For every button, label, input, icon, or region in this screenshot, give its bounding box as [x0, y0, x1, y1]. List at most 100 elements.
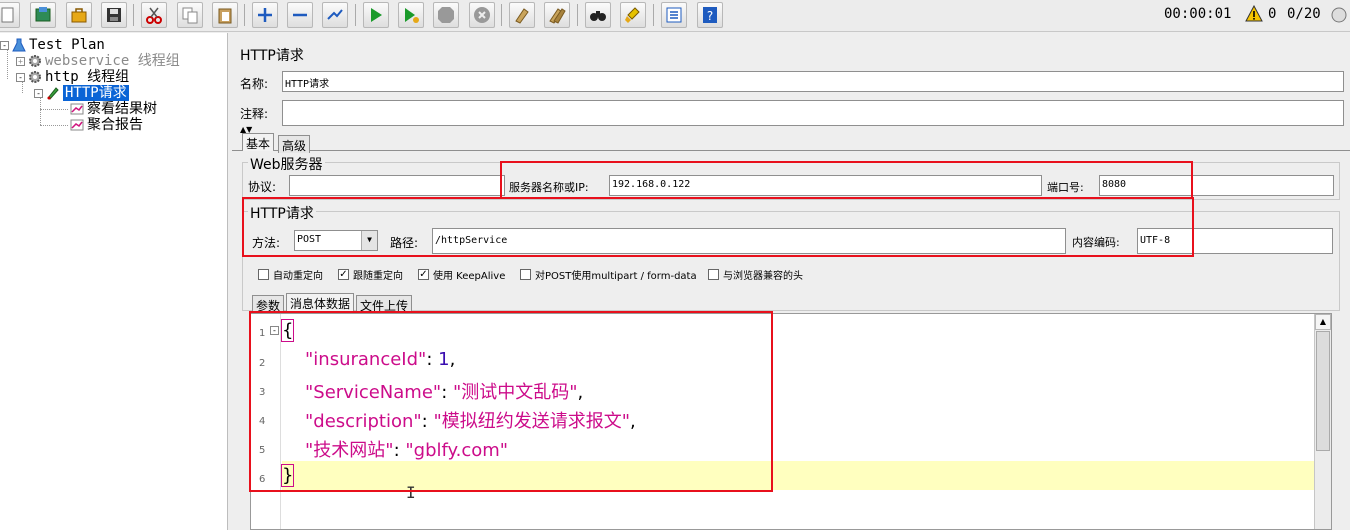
method-value: POST [297, 234, 322, 245]
flask-icon [12, 38, 26, 52]
function-helper-icon[interactable] [661, 2, 687, 28]
tab-advanced[interactable]: 高级 [278, 135, 311, 153]
shutdown-icon[interactable] [469, 2, 495, 28]
toggle-icon[interactable] [322, 2, 348, 28]
path-label: 路径: [390, 236, 419, 250]
start-no-pause-icon[interactable] [398, 2, 424, 28]
server-name-label: 服务器名称或IP: [509, 181, 589, 194]
page-title: HTTP请求 [240, 48, 304, 64]
tree-item-http-request[interactable]: - HTTP请求 [34, 85, 129, 101]
method-select[interactable]: POST ▼ [294, 230, 378, 251]
open-icon[interactable] [66, 2, 92, 28]
line-number: 5 [259, 445, 266, 456]
warning-icon[interactable] [1245, 5, 1263, 23]
gear-icon [29, 71, 41, 83]
code-line-1: { [280, 319, 295, 342]
web-server-group-title: Web服务器 [248, 154, 325, 174]
fold-toggle-icon[interactable]: - [270, 326, 279, 335]
name-label: 名称: [240, 77, 269, 91]
reset-search-icon[interactable] [620, 2, 646, 28]
line-number: 4 [259, 416, 266, 427]
expand-icon[interactable] [252, 2, 278, 28]
line-number: 3 [259, 387, 266, 398]
editor-scrollbar[interactable]: ▲ [1314, 314, 1331, 529]
clear-icon[interactable] [509, 2, 535, 28]
line-number: 1 [259, 328, 266, 339]
protocol-field[interactable] [289, 175, 505, 196]
method-label: 方法: [252, 236, 281, 250]
templates-icon[interactable] [30, 2, 56, 28]
comment-label: 注释: [240, 107, 269, 121]
code-line-4: "description": "模拟纽约发送请求报文", [305, 411, 636, 432]
checkbox-unchecked-icon[interactable] [708, 269, 719, 280]
tab-basic[interactable]: 基本 [242, 133, 275, 151]
checkbox-multipart[interactable]: 对POST使用multipart / form-data [520, 267, 697, 282]
path-field[interactable]: /httpService [432, 228, 1066, 254]
tree-item-label: webservice 线程组 [45, 53, 180, 69]
tree-item-label: Test Plan [29, 37, 105, 53]
tree-item-http-thread-group[interactable]: - http 线程组 [16, 69, 129, 85]
expand-toggle-icon[interactable]: + [16, 56, 25, 66]
line-number: 2 [259, 358, 266, 369]
content-encoding-label: 内容编码: [1072, 236, 1120, 249]
comment-field[interactable] [282, 100, 1344, 126]
line-number: 6 [259, 474, 266, 485]
checkbox-keepalive[interactable]: ✓ 使用 KeepAlive [418, 267, 505, 282]
name-field[interactable]: HTTP请求 [282, 71, 1344, 92]
port-field[interactable]: 8080 [1099, 175, 1334, 196]
toolbar: ? 00:00:01 0 0/20 [0, 0, 1350, 32]
stop-icon[interactable] [433, 2, 459, 28]
tab-file-upload[interactable]: 文件上传 [356, 295, 413, 313]
collapse-toggle-icon[interactable]: - [0, 40, 9, 50]
sampler-pen-icon [47, 87, 59, 100]
collapse-toggle-icon[interactable]: - [16, 72, 25, 82]
help-icon[interactable]: ? [697, 2, 723, 28]
scrollbar-thumb[interactable] [1316, 331, 1330, 451]
new-icon[interactable] [0, 2, 20, 28]
search-icon[interactable] [585, 2, 611, 28]
collapse-toggle-icon[interactable]: - [34, 88, 43, 98]
tree-item-label: 察看结果树 [87, 101, 157, 117]
code-line-6: } [280, 464, 295, 487]
checkbox-unchecked-icon[interactable] [520, 269, 531, 280]
checkbox-checked-icon[interactable]: ✓ [418, 269, 429, 280]
tree-item-test-plan[interactable]: - Test Plan [0, 37, 105, 53]
tab-body-data[interactable]: 消息体数据 [286, 293, 355, 313]
paste-icon[interactable] [212, 2, 238, 28]
cut-icon[interactable] [141, 2, 167, 28]
tree-item-label: http 线程组 [45, 69, 130, 85]
error-count: 0 [1268, 6, 1277, 22]
checkbox-auto-redirect[interactable]: 自动重定向 [258, 267, 323, 282]
body-data-editor[interactable]: 1 2 3 4 5 6 - { "insuranceId": 1, "Servi… [250, 313, 1332, 530]
code-line-5: "技术网站": "gblfy.com" [305, 440, 509, 461]
scroll-up-arrow-icon[interactable]: ▲ [1315, 314, 1331, 330]
checkbox-browser-headers[interactable]: 与浏览器兼容的头 [708, 267, 803, 282]
http-request-panel: HTTP请求 名称: HTTP请求 注释: ▲ ▼ 基本 高级 Web服务器 协议… [232, 33, 1350, 530]
start-icon[interactable] [363, 2, 389, 28]
protocol-label: 协议: [248, 180, 277, 194]
gear-icon [29, 55, 41, 67]
text-cursor-icon: I [406, 483, 416, 502]
http-request-group-title: HTTP请求 [248, 203, 316, 223]
dropdown-arrow-icon[interactable]: ▼ [361, 231, 377, 250]
active-threads: 0/20 [1287, 6, 1321, 22]
tree-item-webservice-thread-group[interactable]: + webservice 线程组 [16, 53, 180, 69]
remote-status-icon [1331, 7, 1347, 23]
checkbox-follow-redirects[interactable]: ✓ 跟随重定向 [338, 267, 403, 282]
tree-item-view-results-tree[interactable]: 察看结果树 [70, 101, 157, 117]
elapsed-timer: 00:00:01 [1164, 6, 1232, 22]
listener-chart-icon [70, 103, 84, 115]
checkbox-unchecked-icon[interactable] [258, 269, 269, 280]
test-plan-tree: - Test Plan + webservice 线程组 - http 线程组 … [0, 33, 228, 530]
clear-all-icon[interactable] [544, 2, 570, 28]
svg-text:?: ? [707, 9, 713, 23]
tree-item-aggregate-report[interactable]: 聚合报告 [70, 117, 143, 133]
collapse-icon[interactable] [287, 2, 313, 28]
content-encoding-field[interactable]: UTF-8 [1137, 228, 1333, 254]
code-line-3: "ServiceName": "测试中文乱码", [305, 382, 584, 403]
copy-icon[interactable] [177, 2, 203, 28]
server-name-field[interactable]: 192.168.0.122 [609, 175, 1042, 196]
save-icon[interactable] [101, 2, 127, 28]
checkbox-checked-icon[interactable]: ✓ [338, 269, 349, 280]
tab-parameters[interactable]: 参数 [252, 295, 285, 313]
